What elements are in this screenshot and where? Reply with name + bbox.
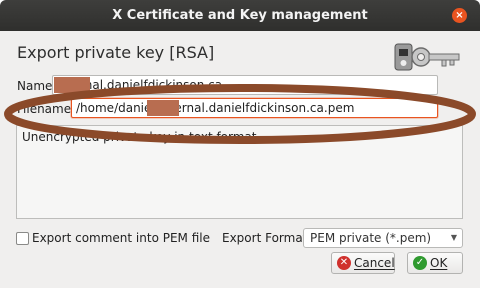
window-title: X Certificate and Key management xyxy=(112,8,368,23)
chevron-down-icon: ▼ xyxy=(450,233,457,242)
ok-button-label: OK xyxy=(430,256,448,270)
dialog-heading: Export private key [RSA] xyxy=(17,43,215,62)
name-label: Name xyxy=(17,79,53,93)
cancel-icon: ✕ xyxy=(337,256,351,270)
filename-field[interactable]: /home/daniel/internal.danielfdickinson.c… xyxy=(71,98,438,118)
cancel-button-label: Cancel xyxy=(354,256,395,270)
comment-textarea[interactable]: Unencrypted private key in text format xyxy=(16,125,463,219)
redaction-mark-filename xyxy=(147,100,179,116)
export-comment-checkbox[interactable] xyxy=(16,232,29,245)
export-comment-label: Export comment into PEM file xyxy=(32,231,210,245)
redaction-mark-name xyxy=(54,77,90,93)
export-format-label: Export Format xyxy=(222,231,308,245)
export-key-dialog: X Certificate and Key management × Expor… xyxy=(0,0,480,288)
check-icon: ✓ xyxy=(413,256,427,270)
export-format-value: PEM private (*.pem) xyxy=(310,231,432,245)
export-format-select[interactable]: PEM private (*.pem) ▼ xyxy=(303,228,463,248)
filename-label: Filename xyxy=(17,102,72,116)
cancel-button[interactable]: ✕ Cancel xyxy=(331,252,395,274)
ok-button[interactable]: ✓ OK xyxy=(407,252,463,274)
title-bar[interactable]: X Certificate and Key management × xyxy=(0,0,480,31)
close-icon[interactable]: × xyxy=(452,8,467,23)
key-icon xyxy=(394,43,460,71)
name-field[interactable]: internal.danielfdickinson.ca xyxy=(52,75,438,95)
